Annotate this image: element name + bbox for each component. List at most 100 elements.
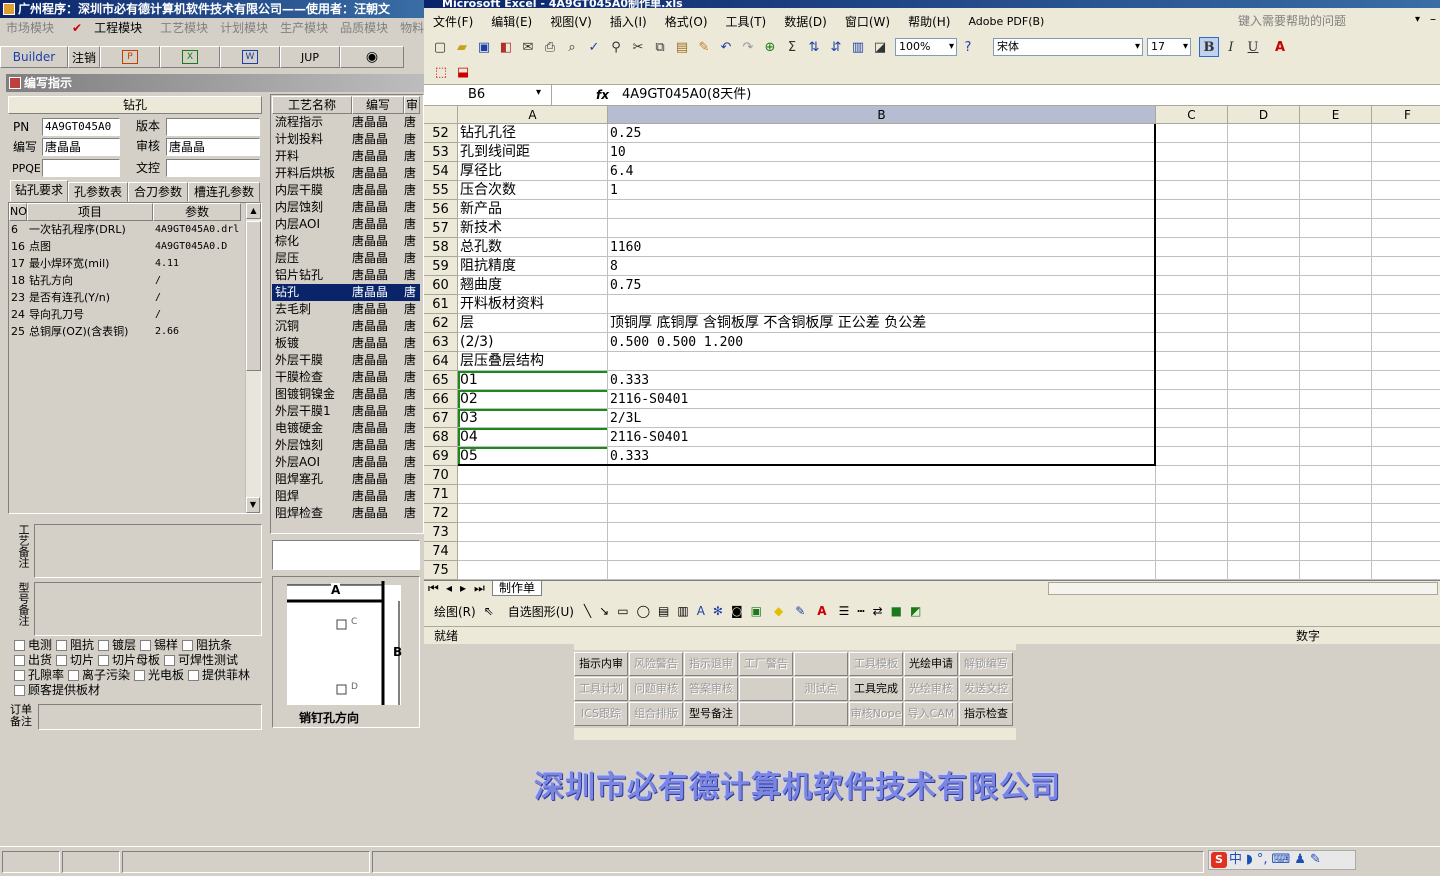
view-button[interactable]: ◉ — [340, 46, 404, 68]
sort-descending-icon[interactable]: ⇵ — [826, 37, 846, 57]
function-button[interactable]: 型号备注 — [684, 702, 738, 726]
cell-empty[interactable] — [1300, 409, 1372, 428]
row-header[interactable]: 62 — [424, 314, 458, 333]
function-button[interactable]: 审核Nope — [849, 702, 903, 726]
cell-empty[interactable] — [1372, 466, 1440, 485]
row-header[interactable]: 73 — [424, 523, 458, 542]
menu-file[interactable]: 文件(F) — [424, 13, 482, 30]
print-icon[interactable]: ⎙ — [540, 37, 560, 57]
checkbox[interactable] — [56, 655, 68, 666]
param-scrollbar[interactable]: ▲ ▼ — [245, 203, 261, 513]
cell-empty[interactable] — [1372, 447, 1440, 466]
checkbox-option[interactable]: 阻抗条 — [182, 638, 232, 652]
process-list-item[interactable]: 去毛刺 唐晶晶 唐 — [272, 301, 420, 318]
oval-icon[interactable]: ◯ — [637, 604, 650, 618]
module-engineering[interactable]: ✔ 工程模块 — [60, 21, 154, 35]
drawing-icon[interactable]: ◪ — [870, 37, 890, 57]
cell-b[interactable]: 1160 — [608, 238, 1156, 257]
wordart-icon[interactable]: A — [697, 604, 705, 618]
row-header[interactable]: 69 — [424, 447, 458, 466]
shadow-icon[interactable]: ■ — [891, 604, 902, 618]
cell-empty[interactable] — [1228, 428, 1300, 447]
row-header[interactable]: 58 — [424, 238, 458, 257]
textbox-icon[interactable]: ▤ — [658, 604, 669, 618]
cell-a[interactable]: 层 — [458, 314, 608, 333]
cut-icon[interactable]: ✂ — [628, 37, 648, 57]
cell-empty[interactable] — [1300, 200, 1372, 219]
scroll-down-icon[interactable]: ▼ — [246, 497, 260, 513]
print-preview-icon[interactable]: ⌕ — [562, 37, 582, 57]
menu-help[interactable]: 帮助(H) — [899, 13, 959, 30]
new-icon[interactable]: ▢ — [430, 37, 450, 57]
cell-a[interactable]: 孔到线间距 — [458, 143, 608, 162]
menu-adobe-pdf[interactable]: Adobe PDF(B) — [959, 15, 1053, 28]
cell-b[interactable]: 6.4 — [608, 162, 1156, 181]
cell-empty[interactable] — [1228, 485, 1300, 504]
hyperlink-icon[interactable]: ⊕ — [760, 37, 780, 57]
cell-empty[interactable] — [1372, 314, 1440, 333]
font-color-icon[interactable]: A — [1270, 37, 1290, 57]
row-header[interactable]: 70 — [424, 466, 458, 485]
cell-empty[interactable] — [1300, 333, 1372, 352]
cell-a[interactable]: 新技术 — [458, 219, 608, 238]
cell-empty[interactable] — [1372, 371, 1440, 390]
formula-input[interactable]: 4A9GT045A0(8天件) — [622, 85, 751, 105]
row-header[interactable]: 52 — [424, 124, 458, 143]
column-header[interactable]: A — [458, 106, 608, 124]
cell-empty[interactable] — [1156, 428, 1228, 447]
function-button[interactable]: 指示检查 — [959, 702, 1013, 726]
function-button[interactable]: 指示退审 — [684, 652, 738, 676]
cell-a[interactable] — [458, 523, 608, 542]
cell-empty[interactable] — [1372, 333, 1440, 352]
autoshapes-menu[interactable]: 自选图形(U) — [508, 603, 574, 620]
row-header[interactable]: 54 — [424, 162, 458, 181]
cell-a[interactable]: 01 — [458, 371, 608, 390]
cell-a[interactable]: 新产品 — [458, 200, 608, 219]
function-button[interactable]: 风险警告 — [629, 652, 683, 676]
cell-empty[interactable] — [1156, 485, 1228, 504]
function-button[interactable] — [739, 702, 793, 726]
autosum-icon[interactable]: Σ — [782, 37, 802, 57]
cell-empty[interactable] — [1300, 219, 1372, 238]
process-list-item[interactable]: 内层干膜 唐晶晶 唐 — [272, 182, 420, 199]
cell-empty[interactable] — [1156, 124, 1228, 143]
function-button[interactable]: 导入CAM — [904, 702, 958, 726]
cell-empty[interactable] — [1300, 276, 1372, 295]
cell-b[interactable]: 2116-S0401 — [608, 390, 1156, 409]
cell-b[interactable]: 2116-S0401 — [608, 428, 1156, 447]
line-style-icon[interactable]: ☰ — [839, 604, 850, 618]
help-search-input[interactable]: 键入需要帮助的问题 — [1234, 12, 1410, 30]
checkbox[interactable] — [14, 670, 25, 681]
function-button[interactable]: 指示内审 — [574, 652, 628, 676]
cell-empty[interactable] — [1372, 561, 1440, 580]
row-header[interactable]: 71 — [424, 485, 458, 504]
row-header[interactable]: 61 — [424, 295, 458, 314]
process-list-item[interactable]: 流程指示 唐晶晶 唐 — [272, 114, 420, 131]
checkbox-option[interactable]: 离子污染 — [68, 668, 130, 682]
cell-empty[interactable] — [1156, 143, 1228, 162]
process-list-item[interactable]: 阻焊塞孔 唐晶晶 唐 — [272, 471, 420, 488]
cell-empty[interactable] — [1228, 314, 1300, 333]
tab-drill-requirements[interactable]: 钻孔要求 — [10, 180, 68, 202]
cell-empty[interactable] — [1300, 352, 1372, 371]
function-button[interactable]: 测试点 — [794, 677, 848, 701]
ime-tools-icon[interactable]: ✎ — [1310, 852, 1321, 867]
cell-empty[interactable] — [1300, 295, 1372, 314]
cell-empty[interactable] — [1156, 466, 1228, 485]
cell-empty[interactable] — [1228, 143, 1300, 162]
ime-keyboard-icon[interactable]: ⌨ — [1272, 852, 1291, 867]
function-button[interactable]: 问题审核 — [629, 677, 683, 701]
open-icon[interactable]: ▰ — [452, 37, 472, 57]
pn-field[interactable]: 4A9GT045A0 — [42, 118, 120, 136]
name-box[interactable]: B6 — [424, 85, 552, 105]
process-list-item[interactable]: 内层AOI 唐晶晶 唐 — [272, 216, 420, 233]
param-table-row[interactable]: 24 导向孔刀号 / — [9, 306, 261, 323]
bold-icon[interactable]: B — [1199, 37, 1219, 57]
cell-empty[interactable] — [1300, 314, 1372, 333]
cell-empty[interactable] — [1372, 238, 1440, 257]
cell-empty[interactable] — [1300, 428, 1372, 447]
sort-ascending-icon[interactable]: ⇅ — [804, 37, 824, 57]
cell-empty[interactable] — [1372, 485, 1440, 504]
order-note-field[interactable] — [38, 704, 262, 730]
cell-empty[interactable] — [1300, 162, 1372, 181]
